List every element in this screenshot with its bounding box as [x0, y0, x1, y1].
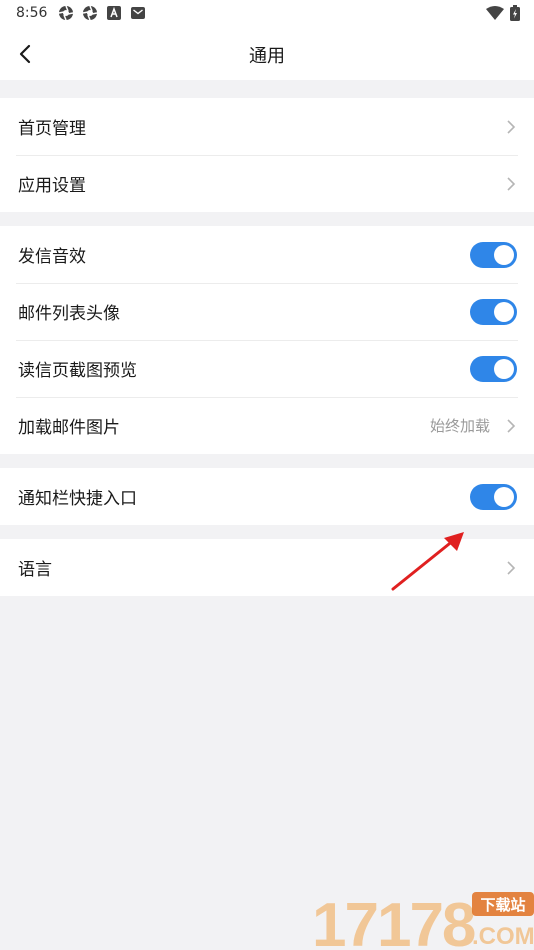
aperture-icon: [82, 5, 98, 21]
screenshot-preview-toggle[interactable]: [470, 356, 517, 382]
row-notification-shortcut: 通知栏快捷入口: [0, 468, 534, 525]
wifi-icon: [486, 6, 504, 20]
app-header: 通用: [0, 28, 534, 80]
svg-text:下载站: 下载站: [480, 896, 525, 914]
row-label: 首页管理: [18, 119, 86, 139]
list-avatar-toggle[interactable]: [470, 299, 517, 325]
row-label: 邮件列表头像: [18, 304, 120, 324]
send-sound-toggle[interactable]: [470, 242, 517, 268]
toggle-knob: [494, 487, 514, 507]
row-app-settings[interactable]: 应用设置: [0, 155, 534, 212]
row-label: 应用设置: [18, 176, 86, 196]
aperture-icon: [58, 5, 74, 21]
row-screenshot-preview: 读信页截图预览: [0, 340, 534, 397]
toggle-knob: [494, 359, 514, 379]
status-icons-left: [58, 5, 146, 21]
row-value: 始终加载: [429, 417, 490, 435]
chevron-right-icon: [507, 419, 516, 433]
status-icons-right: [486, 5, 520, 21]
row-load-images[interactable]: 加载邮件图片 始终加载: [0, 397, 534, 454]
svg-text:.COM: .COM: [472, 923, 534, 950]
chevron-right-icon: [507, 120, 516, 134]
notification-shortcut-toggle[interactable]: [470, 484, 517, 510]
settings-group-mail: 发信音效 邮件列表头像 读信页截图预览 加载邮件图片 始终加载: [0, 226, 534, 454]
font-app-icon: [107, 6, 121, 20]
mail-notification-icon: [131, 7, 145, 19]
status-time: 8:56: [16, 5, 48, 21]
row-label: 读信页截图预览: [18, 361, 137, 381]
row-home-management[interactable]: 首页管理: [0, 98, 534, 155]
row-label: 语言: [18, 560, 52, 580]
toggle-knob: [494, 302, 514, 322]
settings-group-notification: 通知栏快捷入口: [0, 468, 534, 525]
row-list-avatar: 邮件列表头像: [0, 283, 534, 340]
chevron-right-icon: [507, 561, 516, 575]
watermark-logo: 17178 下载站 .COM: [312, 891, 534, 950]
svg-text:17178: 17178: [312, 891, 475, 950]
battery-charging-icon: [510, 5, 520, 21]
row-label: 通知栏快捷入口: [18, 489, 137, 509]
status-bar: 8:56: [0, 0, 534, 28]
chevron-right-icon: [507, 177, 516, 191]
annotation-arrow-icon: [391, 532, 464, 591]
settings-group-home: 首页管理 应用设置: [0, 98, 534, 212]
toggle-knob: [494, 245, 514, 265]
row-label: 加载邮件图片: [18, 418, 120, 438]
row-label: 发信音效: [18, 247, 86, 267]
row-send-sound: 发信音效: [0, 226, 534, 283]
page-title: 通用: [249, 46, 285, 67]
